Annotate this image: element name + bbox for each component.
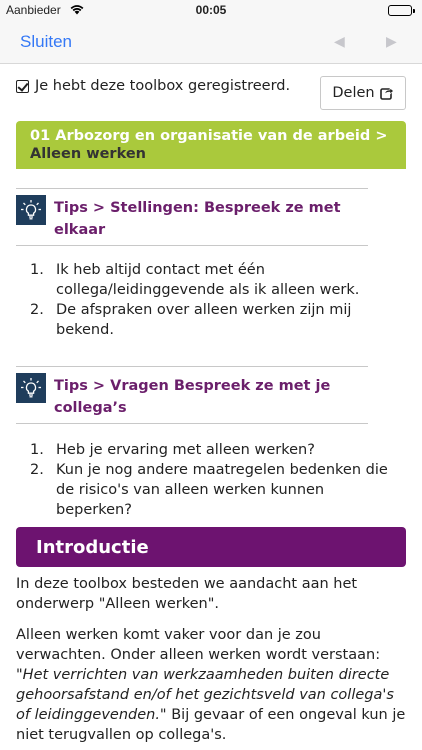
list-item-number: 2.: [30, 462, 44, 478]
close-button[interactable]: Sluiten: [20, 32, 72, 52]
intro-body: In deze toolbox besteden we aandacht aan…: [16, 574, 410, 750]
next-arrow-icon[interactable]: ▶: [386, 34, 397, 50]
intro-paragraph-2-start: Alleen werken komt vaker voor dan je zou…: [16, 627, 381, 663]
list-item-number: 1.: [30, 262, 44, 278]
tip-header-questions: Tips > Vragen Bespreek ze met je collega…: [16, 366, 368, 424]
list-item: 1. Heb je ervaring met alleen werken?: [30, 440, 400, 460]
registration-notice: Je hebt deze toolbox geregistreerd.: [16, 78, 290, 94]
list-item: 2. De afspraken over alleen werken zijn …: [30, 300, 400, 340]
tip-title: Tips > Vragen Bespreek ze met je collega…: [54, 378, 331, 416]
lightbulb-icon: [16, 373, 46, 403]
share-button[interactable]: Delen: [320, 76, 406, 110]
list-item: 2. Kun je nog andere maatregelen bedenke…: [30, 460, 400, 520]
intro-heading: Introductie: [16, 527, 406, 567]
checkbox-checked-icon: [16, 79, 29, 93]
breadcrumb-separator: >: [375, 128, 388, 144]
list-item-number: 1.: [30, 442, 44, 458]
tip-list-questions: 1. Heb je ervaring met alleen werken? 2.…: [30, 440, 400, 520]
breadcrumb: 01 Arbozorg en organisatie van de arbeid…: [16, 121, 406, 169]
tip-header-statements: Tips > Stellingen: Bespreek ze met elkaa…: [16, 188, 368, 246]
intro-paragraph-2: Alleen werken komt vaker voor dan je zou…: [16, 625, 410, 745]
list-item-text: De afspraken over alleen werken zijn mij…: [56, 302, 352, 338]
tip-title: Tips > Stellingen: Bespreek ze met elkaa…: [54, 200, 341, 238]
navigation-bar: Sluiten ◀ ▶: [0, 20, 422, 64]
breadcrumb-current: Alleen werken: [30, 146, 146, 162]
previous-arrow-icon[interactable]: ◀: [334, 34, 345, 50]
list-item-text: Kun je nog andere maatregelen bedenken d…: [56, 462, 388, 518]
intro-paragraph-1: In deze toolbox besteden we aandacht aan…: [16, 576, 358, 612]
share-icon: [379, 87, 394, 100]
status-bar: Aanbieder 00:05: [0, 0, 422, 20]
list-item-text: Ik heb altijd contact met één collega/le…: [56, 262, 360, 298]
clock: 00:05: [195, 3, 227, 17]
share-button-label: Delen: [332, 85, 375, 101]
breadcrumb-section-link[interactable]: 01 Arbozorg en organisatie van de arbeid: [30, 128, 370, 144]
battery-icon: [388, 5, 415, 16]
lightbulb-icon: [16, 195, 46, 225]
tip-list-statements: 1. Ik heb altijd contact met één collega…: [30, 260, 400, 340]
list-item-text: Heb je ervaring met alleen werken?: [56, 442, 315, 458]
list-item-number: 2.: [30, 302, 44, 318]
list-item: 1. Ik heb altijd contact met één collega…: [30, 260, 400, 300]
registration-text: Je hebt deze toolbox geregistreerd.: [35, 78, 291, 94]
